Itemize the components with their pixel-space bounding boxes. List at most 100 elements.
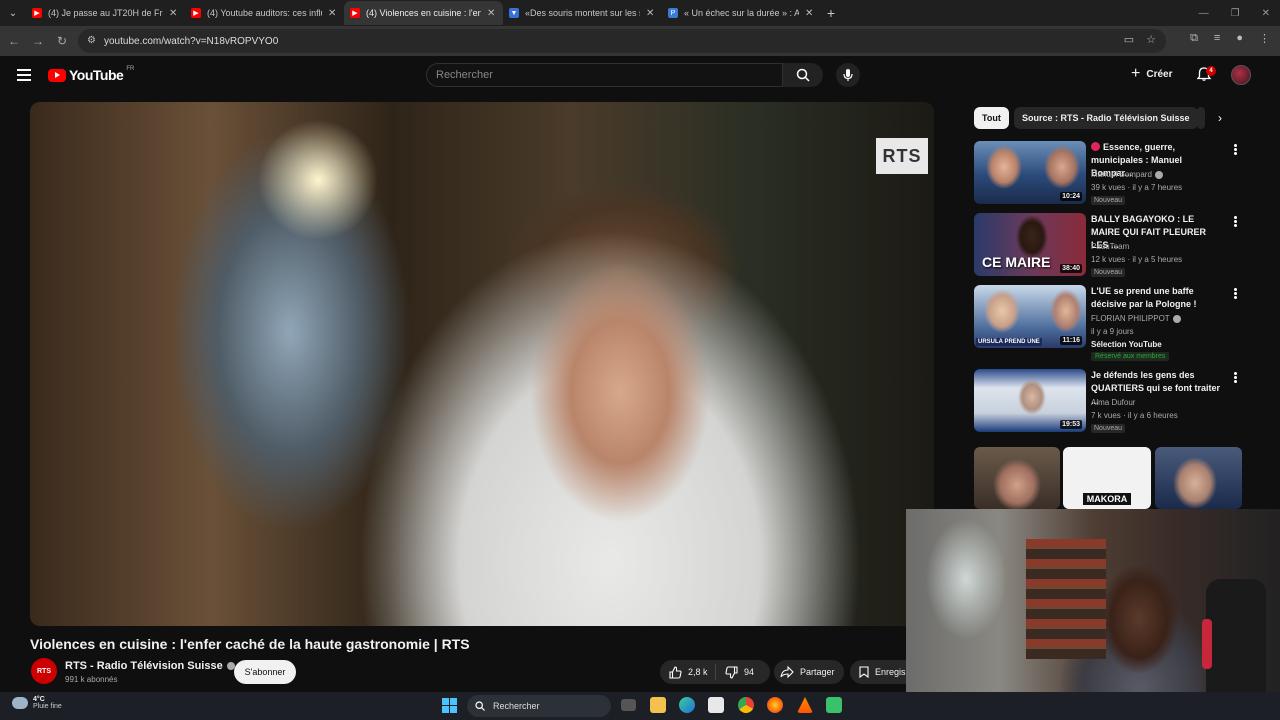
video-thumbnail[interactable]: 10:24	[974, 141, 1086, 204]
more-options-icon[interactable]	[1234, 216, 1237, 227]
maximize-icon[interactable]: ❐	[1231, 8, 1240, 19]
search-icon	[796, 68, 810, 82]
close-tab-icon[interactable]: ✕	[805, 8, 815, 19]
back-arrow-icon[interactable]: ←	[2, 34, 26, 48]
recommendation-channel[interactable]: Alma Dufour	[1091, 398, 1135, 407]
chip-truncated[interactable]	[1197, 107, 1205, 129]
video-title: Violences en cuisine : l'enfer caché de …	[30, 636, 470, 652]
webcam-shelf	[1026, 539, 1106, 659]
subscribe-button[interactable]: S'abonner	[234, 660, 296, 684]
shield-icon: ▼	[509, 8, 519, 18]
like-button[interactable]: 2,8 k	[660, 664, 716, 680]
new-tab-button[interactable]: +	[821, 5, 841, 21]
create-button[interactable]: + Créer	[1131, 66, 1172, 82]
url-text: youtube.com/watch?v=N18vROPVYO0	[104, 35, 279, 47]
recommendation-channel[interactable]: PaduTeam	[1091, 242, 1129, 251]
bookmark-star-icon[interactable]: ☆	[1146, 33, 1156, 46]
video-duration: 10:24	[1060, 192, 1082, 201]
app-icon[interactable]	[826, 697, 842, 713]
recommendation-channel[interactable]: FLORIAN PHILIPPOT	[1091, 314, 1181, 323]
chrome-browser-icon[interactable]	[738, 697, 754, 713]
browser-tab[interactable]: P « Un échec sur la durée » : Ald ✕	[662, 1, 821, 25]
share-arrow-icon	[780, 666, 794, 678]
search-button[interactable]	[783, 63, 823, 87]
short-thumbnail[interactable]	[1155, 447, 1242, 509]
browser-tab[interactable]: ▶ (4) Je passe au JT20H de France ✕	[26, 1, 185, 25]
extensions-icon[interactable]: ⧉	[1190, 32, 1198, 45]
browser-toolbar: ← → ↻ ⚙ youtube.com/watch?v=N18vROPVYO0 …	[0, 26, 1280, 56]
share-button[interactable]: Partager	[774, 660, 844, 684]
thumbs-down-icon	[725, 665, 738, 679]
firefox-browser-icon[interactable]	[767, 697, 783, 713]
site-info-icon[interactable]: ⚙	[87, 35, 96, 46]
youtube-selection-label: Sélection YouTube	[1091, 340, 1162, 349]
reload-icon[interactable]: ↻	[50, 34, 74, 48]
window-controls: — ❐ ✕	[1199, 8, 1280, 19]
address-bar[interactable]: ⚙ youtube.com/watch?v=N18vROPVYO0 ▭ ☆	[78, 29, 1166, 53]
hamburger-menu-icon[interactable]	[17, 69, 31, 81]
recommendation-meta: 39 k vues · il y a 7 heures	[1091, 183, 1183, 192]
more-options-icon[interactable]	[1234, 288, 1237, 299]
taskbar-search[interactable]: Rechercher	[467, 695, 611, 717]
p-icon: P	[668, 8, 678, 18]
dislike-button[interactable]: 94	[716, 665, 754, 679]
media-control-icon[interactable]: ≡	[1214, 32, 1220, 45]
chevron-right-icon[interactable]: ›	[1218, 111, 1222, 125]
close-tab-icon[interactable]: ✕	[646, 8, 656, 19]
youtube-logo[interactable]: YouTube FR	[48, 66, 134, 83]
recommendation-item[interactable]: 10:24 Essence, guerre, municipales : Man…	[974, 141, 1244, 211]
more-menu-icon[interactable]: ⋮	[1259, 32, 1270, 45]
browser-tab[interactable]: ▶ (4) Youtube auditors: ces influe ✕	[185, 1, 344, 25]
close-tab-icon[interactable]: ✕	[169, 8, 179, 19]
recommendation-meta: 7 k vues · il y a 6 heures	[1091, 411, 1178, 420]
close-tab-icon[interactable]: ✕	[487, 8, 497, 19]
windows-start-icon[interactable]	[442, 698, 457, 713]
browser-tab-active[interactable]: ▶ (4) Violences en cuisine : l'enfe ✕	[344, 1, 503, 25]
edge-browser-icon[interactable]	[679, 697, 695, 713]
webcam-bottle	[1202, 619, 1212, 669]
short-thumbnail[interactable]	[974, 447, 1060, 509]
channel-name[interactable]: RTS - Radio Télévision Suisse	[65, 660, 235, 672]
recommendation-item[interactable]: CE MAIRE 38:40 BALLY BAGAYOKO : LE MAIRE…	[974, 213, 1244, 283]
recommendation-channel[interactable]: Manuel Bompard	[1091, 170, 1163, 179]
save-button[interactable]: Enregis	[850, 660, 910, 684]
search-icon	[475, 701, 485, 711]
tab-search-chevron-icon[interactable]: ⌄	[0, 0, 26, 26]
thumbnail-caption: URSULA PREND UNE	[976, 338, 1042, 346]
more-options-icon[interactable]	[1234, 144, 1237, 155]
video-player[interactable]: RTS	[30, 102, 934, 626]
more-options-icon[interactable]	[1234, 372, 1237, 383]
video-thumbnail[interactable]: URSULA PREND UNE 11:16	[974, 285, 1086, 348]
video-thumbnail[interactable]: 19:53	[974, 369, 1086, 432]
like-dislike-group: 2,8 k 94	[660, 660, 770, 684]
forward-arrow-icon[interactable]: →	[26, 34, 50, 48]
recommendation-item[interactable]: 19:53 Je défends les gens des QUARTIERS …	[974, 369, 1244, 439]
browser-tab[interactable]: ▼ «Des souris montent sur les sal ✕	[503, 1, 662, 25]
cast-icon[interactable]: ▭	[1124, 33, 1134, 46]
search-input[interactable]: Rechercher	[426, 63, 783, 87]
short-thumbnail[interactable]: MAKORA	[1063, 447, 1151, 509]
microphone-icon	[843, 69, 853, 81]
subscriber-count: 991 k abonnés	[65, 675, 118, 684]
vlc-icon[interactable]	[797, 697, 813, 713]
youtube-play-icon	[48, 68, 66, 82]
video-duration: 11:16	[1060, 336, 1082, 345]
video-thumbnail[interactable]: CE MAIRE 38:40	[974, 213, 1086, 276]
close-window-icon[interactable]: ✕	[1262, 8, 1270, 19]
minimize-icon[interactable]: —	[1199, 8, 1209, 19]
youtube-icon: ▶	[32, 8, 42, 18]
voice-search-button[interactable]	[836, 63, 860, 87]
weather-widget[interactable]: 4°C Pluie fine	[12, 693, 62, 710]
close-tab-icon[interactable]: ✕	[328, 8, 338, 19]
chip-all[interactable]: Tout	[974, 107, 1009, 129]
channel-avatar[interactable]: RTS	[31, 658, 57, 684]
recommendation-item[interactable]: URSULA PREND UNE 11:16 L'UE se prend une…	[974, 285, 1244, 361]
notification-badge: 4	[1206, 66, 1216, 76]
chip-source[interactable]: Source : RTS - Radio Télévision Suisse	[1014, 107, 1198, 129]
profile-icon[interactable]: ●	[1236, 32, 1243, 45]
store-icon[interactable]	[708, 697, 724, 713]
file-explorer-icon[interactable]	[650, 697, 666, 713]
user-avatar[interactable]	[1231, 65, 1251, 85]
task-view-icon[interactable]	[621, 699, 636, 711]
plus-icon: +	[1131, 65, 1141, 82]
